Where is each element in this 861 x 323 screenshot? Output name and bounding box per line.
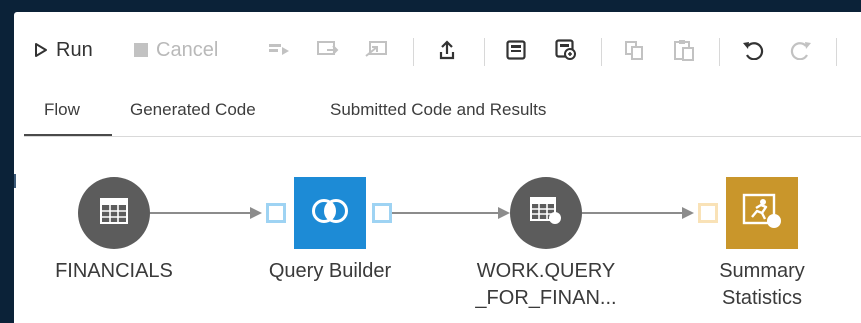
toolbar-separator: [601, 38, 602, 66]
export-node-button[interactable]: [316, 36, 340, 64]
tab-flow[interactable]: Flow: [44, 100, 80, 120]
import-node-icon: [365, 41, 387, 59]
flow-editor-panel: Run Cancel Flow Generated Code Submitted…: [14, 12, 861, 323]
save-icon: [506, 40, 526, 60]
save-as-button[interactable]: [554, 36, 578, 64]
arrowhead: [250, 207, 262, 219]
arrowhead: [498, 207, 510, 219]
run-button[interactable]: Run: [34, 36, 93, 64]
toolbar-separator: [413, 38, 414, 66]
paste-button[interactable]: [672, 36, 696, 64]
flow-node-query-builder[interactable]: [294, 177, 366, 249]
cancel-label: Cancel: [156, 38, 219, 61]
toolbar-separator: [484, 38, 485, 66]
flow-node-label: Query Builder: [268, 260, 392, 282]
copy-button[interactable]: [622, 36, 646, 64]
summary-statistics-icon: [742, 193, 782, 234]
tab-submitted-code-and-results[interactable]: Submitted Code and Results: [330, 100, 546, 120]
flow-connector: [582, 212, 686, 214]
undo-icon: [742, 40, 764, 60]
undo-button[interactable]: [740, 36, 766, 64]
input-port[interactable]: [698, 203, 718, 223]
output-port[interactable]: [372, 203, 392, 223]
import-node-button[interactable]: [364, 36, 388, 64]
toolbar: Run Cancel: [14, 12, 861, 86]
cancel-button[interactable]: Cancel: [134, 36, 218, 64]
paste-icon: [673, 39, 695, 61]
copy-icon: [624, 40, 644, 60]
save-as-icon: [555, 39, 577, 61]
upload-icon: [438, 40, 456, 60]
table-icon: [100, 197, 128, 229]
toolbar-separator: [719, 38, 720, 66]
flow-node-label: WORK.QUERY _FOR_FINAN...: [475, 260, 617, 309]
flow-node-work-query-for-financials[interactable]: [510, 177, 582, 249]
run-label: Run: [56, 38, 93, 61]
query-builder-icon: [312, 197, 348, 230]
input-port[interactable]: [266, 203, 286, 223]
flow-node-summary-statistics[interactable]: [726, 177, 798, 249]
tab-bar: Flow Generated Code Submitted Code and R…: [14, 90, 861, 137]
play-icon: [34, 42, 48, 58]
flow-canvas[interactable]: FINANCIALS Query Builder WORK.QUERY _FOR…: [14, 137, 861, 323]
redo-icon: [790, 40, 812, 60]
tab-generated-code[interactable]: Generated Code: [130, 100, 256, 120]
output-table-icon: [530, 196, 562, 230]
move-right-button[interactable]: [267, 36, 291, 64]
export-node-icon: [317, 41, 339, 59]
flow-node-label: Summary Statistics: [719, 260, 805, 309]
save-button[interactable]: [504, 36, 528, 64]
stop-icon: [134, 43, 148, 57]
flow-connector: [392, 212, 502, 214]
flow-connector: [150, 212, 254, 214]
redo-button[interactable]: [788, 36, 814, 64]
upload-button[interactable]: [435, 36, 459, 64]
move-right-icon: [268, 42, 290, 58]
toolbar-separator: [836, 38, 837, 66]
flow-node-label: FINANCIALS: [55, 260, 173, 282]
flow-node-financials[interactable]: [78, 177, 150, 249]
arrowhead: [682, 207, 694, 219]
